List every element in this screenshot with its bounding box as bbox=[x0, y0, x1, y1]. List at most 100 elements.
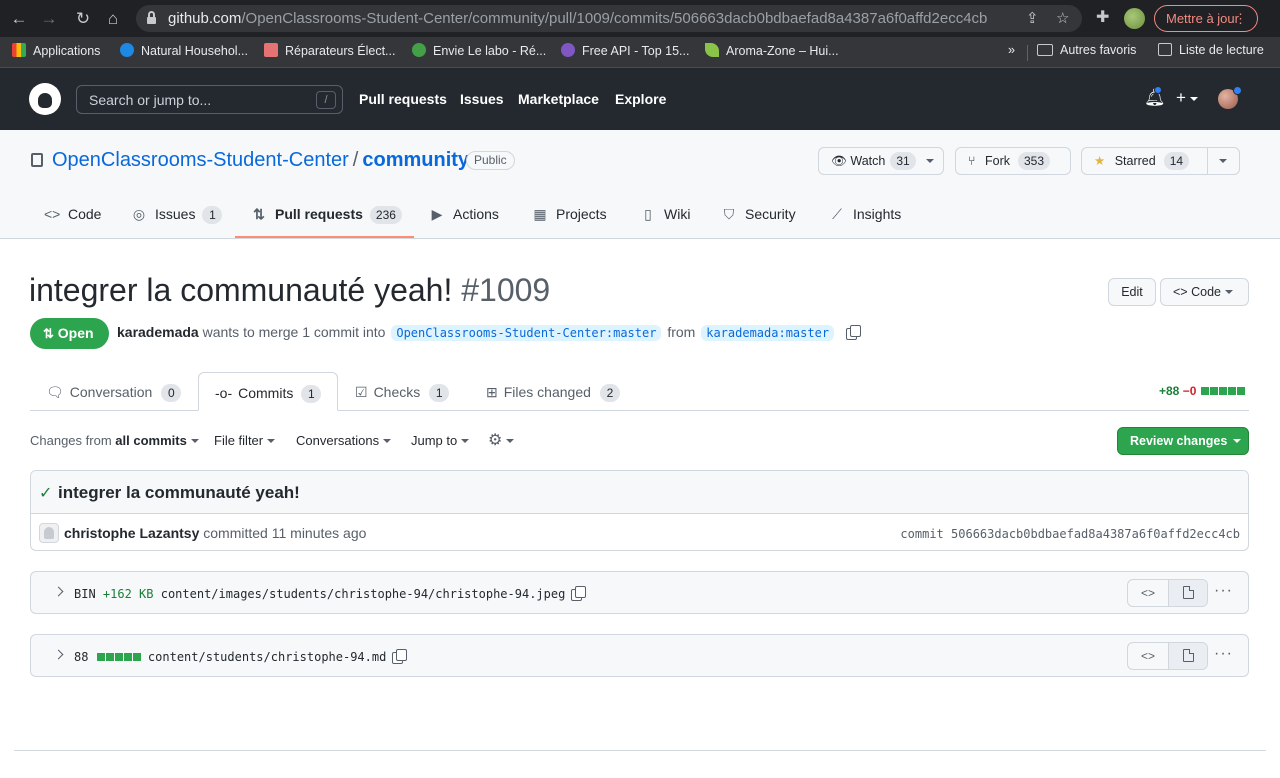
source-view-icon[interactable]: <> bbox=[1128, 580, 1168, 606]
bookmark-label: Natural Househol... bbox=[141, 44, 249, 58]
tab-pull-requests[interactable]: ⇅ Pull requests 236 bbox=[251, 206, 402, 224]
bookmark-star-icon[interactable]: ☆ bbox=[1056, 9, 1069, 27]
jump-to-dropdown[interactable]: Jump to bbox=[411, 433, 470, 448]
commit-author-name[interactable]: christophe Lazantsy bbox=[64, 525, 199, 541]
watch-dropdown-caret bbox=[925, 159, 934, 163]
extensions-icon[interactable]: ✚ bbox=[1096, 7, 1109, 27]
tab-label: Files changed bbox=[503, 384, 591, 400]
profile-avatar[interactable] bbox=[1124, 8, 1145, 29]
reading-list-label: Liste de lecture bbox=[1179, 43, 1264, 57]
chevron-right-icon[interactable] bbox=[53, 649, 64, 660]
nav-issues[interactable]: Issues bbox=[460, 91, 504, 107]
commit-sha: 506663dacb0bdbaefad8a4387a6f0affd2ecc4cb bbox=[951, 527, 1240, 541]
repo-name-link[interactable]: community bbox=[362, 149, 469, 171]
bookmark-envie-le-labo[interactable]: Envie Le labo - Ré... bbox=[412, 43, 546, 58]
file-path[interactable]: content/images/students/christophe-94/ch… bbox=[161, 587, 566, 601]
tab-code[interactable]: <> Code bbox=[44, 206, 101, 222]
chevron-down-icon bbox=[461, 439, 470, 443]
file-path[interactable]: content/students/christophe-94.md bbox=[148, 650, 386, 664]
tab-label: Commits bbox=[238, 385, 294, 401]
head-branch[interactable]: karademada:master bbox=[701, 325, 835, 341]
bookmark-aroma-zone[interactable]: Aroma-Zone – Hui... bbox=[705, 43, 839, 58]
settings-gear-icon[interactable]: ⚙ bbox=[488, 430, 515, 450]
file-filter-dropdown[interactable]: File filter bbox=[214, 433, 276, 448]
chevron-right-icon[interactable] bbox=[53, 586, 64, 597]
pr-tab-conversation[interactable]: 🗨︎ Conversation 0 bbox=[30, 372, 197, 411]
kebab-menu-icon[interactable]: ··· bbox=[1214, 645, 1233, 663]
bookmark-reparateurs[interactable]: Réparateurs Élect... bbox=[264, 43, 395, 58]
kebab-menu-icon[interactable]: ··· bbox=[1214, 582, 1233, 600]
tab-count: 236 bbox=[369, 206, 402, 224]
visibility-badge: Public bbox=[466, 151, 515, 170]
tab-label: Wiki bbox=[664, 206, 691, 222]
file-row[interactable]: 88 content/students/christophe-94.md <> … bbox=[30, 634, 1249, 677]
tab-actions[interactable]: ▶ Actions bbox=[429, 206, 499, 223]
update-button[interactable]: Mettre à jour ⋮ bbox=[1154, 5, 1258, 32]
reading-list-button[interactable]: Liste de lecture bbox=[1158, 43, 1264, 57]
reload-icon[interactable]: ↻ bbox=[72, 8, 94, 30]
watch-button[interactable]: 👁︎ Watch 31 bbox=[818, 147, 944, 175]
file-filter-label: File filter bbox=[214, 433, 264, 448]
review-changes-button[interactable]: Review changes bbox=[1117, 427, 1249, 455]
forward-arrow-icon[interactable]: → bbox=[38, 8, 60, 30]
starred-button[interactable]: ★ Starred 14 bbox=[1081, 147, 1208, 175]
bookmark-label: Aroma-Zone – Hui... bbox=[726, 44, 839, 58]
other-bookmarks-folder[interactable]: Autres favoris bbox=[1037, 43, 1136, 57]
home-icon[interactable]: ⌂ bbox=[102, 8, 124, 30]
pr-title: integrer la communauté yeah! #1009 bbox=[29, 272, 550, 309]
nav-marketplace[interactable]: Marketplace bbox=[518, 91, 599, 107]
tab-insights[interactable]: ⟋ Insights bbox=[829, 206, 901, 223]
shield-icon: ⛉ bbox=[723, 206, 735, 222]
search-input[interactable]: Search or jump to... / bbox=[76, 85, 343, 114]
nav-pull-requests[interactable]: Pull requests bbox=[359, 91, 447, 107]
bookmark-natural-household[interactable]: Natural Househol... bbox=[120, 43, 248, 58]
bookmark-free-api[interactable]: Free API - Top 15... bbox=[561, 43, 689, 58]
copy-icon[interactable] bbox=[845, 325, 861, 340]
tab-issues[interactable]: ◎ Issues 1 bbox=[131, 206, 223, 224]
browser-toolbar: ← → ↻ ⌂ github.com/OpenClassrooms-Studen… bbox=[0, 0, 1280, 37]
copy-icon[interactable] bbox=[392, 649, 408, 664]
create-new-plus-icon[interactable]: + bbox=[1176, 88, 1198, 108]
pr-tab-checks[interactable]: ☑ Checks 1 bbox=[339, 372, 465, 411]
pr-author-link[interactable]: karademada bbox=[117, 324, 199, 340]
nav-explore[interactable]: Explore bbox=[615, 91, 666, 107]
notification-indicator bbox=[1154, 86, 1162, 94]
github-logo-icon[interactable] bbox=[29, 83, 61, 115]
tab-projects[interactable]: ▦ Projects bbox=[532, 206, 606, 223]
chevron-down-icon bbox=[267, 439, 276, 443]
back-arrow-icon[interactable]: ← bbox=[8, 8, 30, 30]
edit-button[interactable]: Edit bbox=[1108, 278, 1156, 306]
share-icon[interactable]: ⇪ bbox=[1026, 9, 1039, 27]
fork-button[interactable]: ⑂ Fork 353 bbox=[955, 147, 1071, 175]
url-text: github.com/OpenClassrooms-Student-Center… bbox=[168, 10, 987, 27]
address-bar[interactable]: github.com/OpenClassrooms-Student-Center… bbox=[136, 5, 1082, 32]
star-lists-dropdown[interactable] bbox=[1207, 147, 1240, 175]
base-branch[interactable]: OpenClassrooms-Student-Center:master bbox=[391, 325, 662, 341]
folder-label: Autres favoris bbox=[1060, 43, 1137, 57]
commit-message: integrer la communauté yeah! bbox=[58, 483, 300, 502]
file-stat: BIN +162 KB content/images/students/chri… bbox=[74, 586, 587, 601]
tab-wiki[interactable]: ▯ Wiki bbox=[640, 206, 690, 223]
pr-tab-files-changed[interactable]: ⊞ Files changed 2 bbox=[470, 372, 636, 411]
conversations-dropdown[interactable]: Conversations bbox=[296, 433, 392, 448]
pr-meta: karademada wants to merge 1 commit into … bbox=[117, 324, 861, 341]
file-icon bbox=[1183, 586, 1194, 599]
repo-owner-link[interactable]: OpenClassrooms-Student-Center bbox=[52, 149, 349, 171]
file-row[interactable]: BIN +162 KB content/images/students/chri… bbox=[30, 571, 1249, 614]
code-dropdown-button[interactable]: <> Code bbox=[1160, 278, 1249, 306]
tab-label: Checks bbox=[373, 384, 421, 400]
diff-stat: +88 −0 bbox=[1159, 384, 1245, 398]
tab-label: Insights bbox=[853, 206, 902, 222]
changes-from-dropdown[interactable]: Changes from all commits bbox=[30, 433, 199, 448]
reading-list-icon bbox=[1158, 43, 1172, 56]
tab-label: Actions bbox=[453, 206, 499, 222]
commit-author-avatar[interactable] bbox=[39, 523, 59, 543]
more-bookmarks-button[interactable]: » bbox=[1008, 43, 1015, 57]
rich-view-button[interactable] bbox=[1168, 643, 1207, 669]
rich-view-button[interactable] bbox=[1168, 580, 1207, 606]
pr-tab-commits[interactable]: -o- Commits 1 bbox=[198, 372, 339, 411]
copy-icon[interactable] bbox=[571, 586, 587, 601]
source-view-icon[interactable]: <> bbox=[1128, 643, 1168, 669]
tab-security[interactable]: ⛉ Security bbox=[721, 206, 796, 223]
bookmark-applications[interactable]: Applications bbox=[12, 43, 100, 58]
